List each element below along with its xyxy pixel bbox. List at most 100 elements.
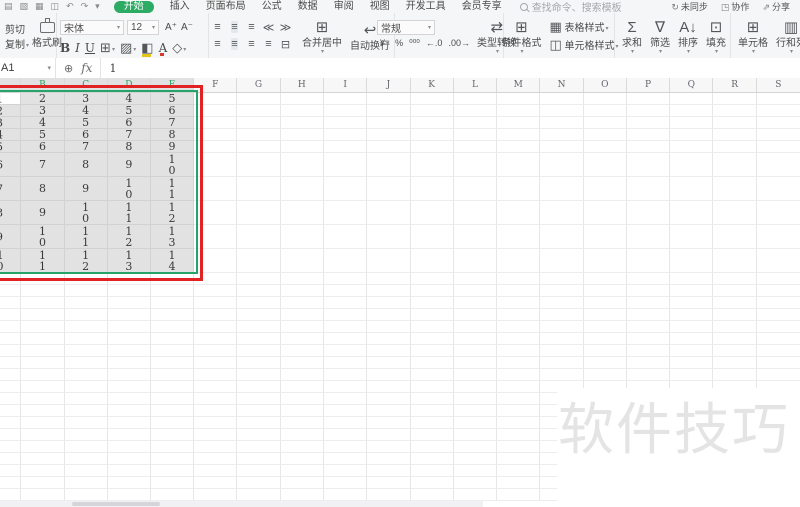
cell[interactable]	[150, 357, 195, 369]
cell[interactable]: 7	[0, 177, 22, 201]
cell[interactable]	[713, 357, 757, 369]
cell[interactable]	[0, 285, 22, 297]
cell[interactable]	[756, 369, 800, 381]
cell[interactable]	[194, 477, 238, 489]
cell[interactable]	[453, 297, 498, 309]
cell[interactable]	[64, 429, 108, 441]
cell[interactable]	[626, 141, 671, 153]
cell[interactable]	[670, 321, 714, 333]
cell[interactable]	[713, 201, 757, 225]
cell[interactable]	[280, 465, 324, 477]
cell[interactable]	[21, 333, 65, 345]
cell[interactable]	[323, 141, 368, 153]
cell[interactable]	[453, 105, 498, 117]
cell[interactable]	[237, 405, 281, 417]
cell[interactable]	[21, 477, 65, 489]
cell[interactable]	[670, 249, 714, 273]
cell[interactable]	[583, 285, 627, 297]
cell[interactable]	[64, 333, 108, 345]
cell[interactable]	[410, 105, 454, 117]
cell[interactable]	[626, 117, 671, 129]
cell[interactable]	[64, 285, 108, 297]
cell[interactable]	[583, 117, 627, 129]
cell[interactable]: 4	[0, 129, 22, 141]
cell[interactable]	[453, 201, 498, 225]
cell[interactable]	[497, 117, 541, 129]
cell[interactable]	[410, 297, 454, 309]
cell[interactable]	[194, 225, 238, 249]
cell[interactable]	[453, 417, 498, 429]
cell[interactable]	[0, 489, 22, 501]
cell[interactable]	[64, 417, 108, 429]
cell[interactable]: 8	[107, 141, 151, 153]
cell[interactable]	[756, 357, 800, 369]
cell[interactable]	[453, 225, 498, 249]
cell[interactable]	[626, 105, 671, 117]
cell[interactable]	[583, 141, 627, 153]
cell[interactable]	[367, 357, 411, 369]
cell[interactable]	[756, 321, 800, 333]
column-header[interactable]: K	[411, 78, 454, 92]
cell[interactable]	[367, 321, 411, 333]
cell[interactable]	[626, 225, 671, 249]
cell[interactable]	[453, 321, 498, 333]
cell[interactable]	[237, 105, 281, 117]
cell[interactable]	[713, 177, 757, 201]
cell[interactable]	[410, 309, 454, 321]
cell[interactable]	[237, 177, 281, 201]
cell[interactable]	[280, 357, 324, 369]
cell[interactable]: 10	[107, 177, 151, 201]
cell[interactable]: 2	[0, 105, 22, 117]
cell[interactable]: 9	[64, 177, 108, 201]
cell[interactable]	[713, 321, 757, 333]
cell[interactable]	[670, 141, 714, 153]
cell[interactable]	[540, 225, 584, 249]
cell[interactable]	[583, 177, 627, 201]
cell[interactable]	[410, 369, 454, 381]
cell[interactable]	[323, 201, 368, 225]
cell[interactable]	[713, 93, 757, 105]
cell[interactable]	[280, 285, 324, 297]
cell[interactable]	[323, 369, 368, 381]
cell[interactable]	[756, 153, 800, 177]
cell[interactable]	[150, 333, 195, 345]
cells-button[interactable]: ⊞ 单元格	[734, 16, 772, 55]
cell[interactable]	[64, 489, 108, 501]
cell[interactable]	[280, 225, 324, 249]
column-header[interactable]: S	[757, 78, 800, 92]
cell[interactable]	[367, 93, 411, 105]
save-icon[interactable]: ▤	[4, 0, 13, 13]
cell[interactable]	[410, 381, 454, 393]
cell[interactable]	[497, 285, 541, 297]
cell[interactable]	[150, 453, 195, 465]
sort-button[interactable]: A↓ 排序	[674, 16, 702, 55]
cell[interactable]	[237, 369, 281, 381]
cell[interactable]	[583, 345, 627, 357]
cell[interactable]	[237, 465, 281, 477]
number-format-select[interactable]: 常规	[377, 19, 436, 35]
cell[interactable]	[583, 201, 627, 225]
cell[interactable]	[410, 249, 454, 273]
cell[interactable]	[64, 273, 108, 285]
cell[interactable]	[323, 345, 368, 357]
cell[interactable]	[583, 357, 627, 369]
font-color-button[interactable]: A	[159, 41, 167, 56]
cell[interactable]	[410, 453, 454, 465]
cell[interactable]	[64, 321, 108, 333]
cell[interactable]	[540, 345, 584, 357]
cell[interactable]	[713, 273, 757, 285]
cell[interactable]	[453, 273, 498, 285]
cell[interactable]	[107, 429, 151, 441]
cell[interactable]: 8	[21, 177, 65, 201]
cell[interactable]	[453, 285, 498, 297]
cell[interactable]	[670, 369, 714, 381]
tab-insert[interactable]: 插入	[170, 0, 190, 13]
cell[interactable]	[237, 273, 281, 285]
cell[interactable]	[64, 357, 108, 369]
cell[interactable]	[453, 117, 498, 129]
name-box[interactable]: A1 ▾	[0, 58, 56, 78]
cell[interactable]	[194, 153, 238, 177]
cell[interactable]	[453, 381, 498, 393]
tab-page-layout[interactable]: 页面布局	[206, 0, 246, 13]
cell[interactable]	[367, 369, 411, 381]
